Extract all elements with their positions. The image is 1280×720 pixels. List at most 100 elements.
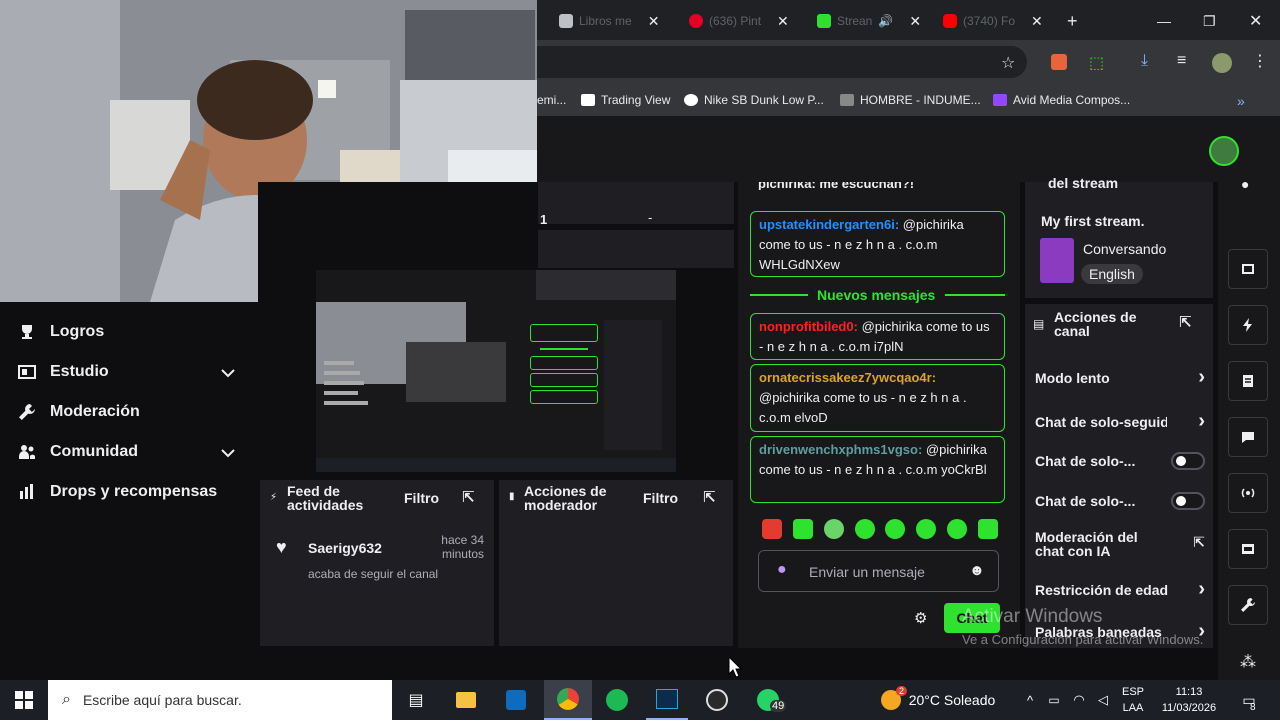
browser-tab[interactable]: Libros me ✕: [559, 8, 659, 34]
close-tab-icon[interactable]: ✕: [777, 13, 789, 30]
menu-kebab-icon[interactable]: ⋮: [1252, 51, 1268, 71]
feed-filter-button[interactable]: Filtro: [404, 490, 439, 506]
browser-tab-active[interactable]: Strean 🔊 ✕: [817, 8, 921, 34]
audio-playing-icon[interactable]: 🔊: [878, 14, 893, 28]
user-avatar[interactable]: [1209, 136, 1239, 166]
nav-item-moderacion[interactable]: Moderación: [18, 403, 140, 421]
task-view-icon[interactable]: ▤: [396, 680, 436, 720]
rail-broadcast-button[interactable]: [1228, 473, 1268, 513]
new-messages-divider[interactable]: Nuevos mensajes: [750, 287, 1005, 303]
browser-tab[interactable]: (636) Pint ✕: [689, 8, 789, 34]
nav-item-logros[interactable]: Logros: [18, 323, 104, 341]
stream-title[interactable]: My first stream.: [1041, 213, 1144, 229]
extensions-icon[interactable]: ⬚: [1089, 53, 1104, 73]
action-slow-mode[interactable]: Modo lento ›: [1035, 366, 1205, 389]
close-tab-icon[interactable]: ✕: [1031, 13, 1043, 30]
chat-message[interactable]: upstatekindergarten6i: @pichirika come t…: [750, 211, 1005, 277]
media-control-icon[interactable]: ≡: [1177, 52, 1186, 70]
toggle-switch[interactable]: [1171, 492, 1205, 510]
mod-filter-button[interactable]: Filtro: [643, 490, 678, 506]
bookmark-item[interactable]: HOMBRE - INDUME...: [840, 93, 981, 107]
rail-chat-button[interactable]: [1228, 417, 1268, 457]
emote-icon[interactable]: [947, 519, 968, 539]
nav-item-drops[interactable]: Drops y recompensas: [18, 483, 217, 501]
emote-icon[interactable]: [762, 519, 782, 539]
notifications-icon[interactable]: ▭: [1236, 680, 1262, 720]
chat-settings-gear-icon[interactable]: ⚙: [914, 609, 927, 627]
nav-item-estudio[interactable]: Estudio: [18, 363, 109, 381]
chat-username[interactable]: upstatekindergarten6i: [759, 217, 895, 232]
more-options-icon[interactable]: ⁂: [1240, 652, 1256, 672]
bookmark-item[interactable]: Nike SB Dunk Low P...: [684, 93, 824, 107]
popout-icon[interactable]: ⇱: [462, 488, 475, 506]
action-age-restriction[interactable]: Restricción de edad ›: [1035, 578, 1205, 601]
outlook-icon[interactable]: [496, 680, 536, 720]
feed-event-user[interactable]: Saerigy632: [308, 540, 382, 556]
close-tab-icon[interactable]: ✕: [648, 13, 660, 30]
close-window-button[interactable]: ✕: [1249, 8, 1262, 34]
toggle-switch[interactable]: [1171, 452, 1205, 470]
action-emote-only[interactable]: Chat de solo-...: [1035, 492, 1205, 510]
browser-tab[interactable]: (3740) Fo ✕: [943, 8, 1043, 34]
emote-icon[interactable]: [792, 519, 813, 539]
emote-icon[interactable]: [854, 519, 875, 539]
chat-message[interactable]: drivenwenchxphms1vgso: @pichirika come t…: [750, 436, 1005, 503]
bookmark-item[interactable]: Trading View: [581, 93, 670, 107]
volume-icon[interactable]: ◁: [1092, 680, 1114, 720]
rail-quick-actions-button[interactable]: [1228, 305, 1268, 345]
powershell-icon[interactable]: [646, 680, 688, 720]
emote-icon[interactable]: [885, 519, 906, 539]
emoji-icon[interactable]: ☻: [969, 562, 985, 579]
minimize-button[interactable]: —: [1157, 8, 1171, 34]
file-explorer-icon[interactable]: [446, 680, 486, 720]
stream-tag[interactable]: English: [1081, 264, 1143, 284]
chat-message[interactable]: ornatecrissakeez7ywcqao4r: @pichirika co…: [750, 364, 1005, 432]
url-field[interactable]: [537, 46, 1027, 78]
start-button[interactable]: [0, 680, 48, 720]
spotify-icon[interactable]: [596, 680, 638, 720]
chevron-up-icon[interactable]: ^: [1020, 680, 1040, 720]
chat-message[interactable]: nonprofitbiled0: @pichirika come to us -…: [750, 313, 1005, 360]
rail-notes-button[interactable]: [1228, 361, 1268, 401]
whatsapp-icon[interactable]: 49: [746, 680, 790, 720]
popout-icon[interactable]: ⇱: [1179, 313, 1192, 331]
restore-button[interactable]: ❐: [1203, 8, 1216, 34]
chat-input[interactable]: ● Enviar un mensaje ☻: [758, 550, 999, 592]
popout-icon[interactable]: ⇱: [703, 488, 716, 506]
metamask-extension-icon[interactable]: [1051, 54, 1067, 70]
microphone-icon[interactable]: ●: [777, 561, 787, 579]
clock[interactable]: 11:13 11/03/2026: [1156, 684, 1222, 716]
rail-tools-button[interactable]: [1228, 585, 1268, 625]
action-subs-only[interactable]: Chat de solo-...: [1035, 452, 1205, 470]
chrome-taskbar-icon[interactable]: [544, 680, 592, 720]
action-ai-moderation[interactable]: Moderación del chat con IA ⇱: [1035, 530, 1205, 558]
profile-avatar[interactable]: [1212, 53, 1232, 73]
bookmark-item[interactable]: emi...: [537, 93, 566, 107]
obs-icon[interactable]: [696, 680, 738, 720]
rail-layout-button[interactable]: [1228, 529, 1268, 569]
more-bookmarks-icon[interactable]: »: [1237, 93, 1245, 109]
emote-icon[interactable]: [823, 519, 844, 539]
download-icon[interactable]: ⤓: [1141, 52, 1148, 70]
stream-video-preview[interactable]: [316, 270, 676, 472]
close-tab-icon[interactable]: ✕: [909, 13, 921, 30]
chevron-down-icon[interactable]: [218, 443, 238, 463]
chat-username[interactable]: ornatecrissakeez7ywcqao4r: [759, 370, 932, 385]
chevron-down-icon[interactable]: [218, 363, 238, 383]
taskbar-search-box[interactable]: ⌕ Escribe aquí para buscar.: [48, 680, 392, 720]
new-tab-button[interactable]: +: [1067, 8, 1078, 34]
chat-username[interactable]: nonprofitbiled0: [759, 319, 854, 334]
language-indicator[interactable]: ESP LAA: [1116, 684, 1150, 716]
battery-icon[interactable]: ▭: [1044, 680, 1064, 720]
emote-icon[interactable]: [916, 519, 937, 539]
action-followers-only[interactable]: Chat de solo-seguido ›: [1035, 410, 1205, 433]
wifi-icon[interactable]: ◠: [1068, 680, 1090, 720]
bookmark-star-icon[interactable]: ☆: [1001, 53, 1015, 73]
bookmark-item[interactable]: Avid Media Compos...: [993, 93, 1130, 107]
info-icon[interactable]: ●: [1241, 176, 1249, 192]
rail-capture-button[interactable]: [1228, 249, 1268, 289]
chat-username[interactable]: drivenwenchxphms1vgso: [759, 442, 918, 457]
category-box-art[interactable]: [1040, 238, 1074, 283]
nav-item-comunidad[interactable]: Comunidad: [18, 443, 138, 461]
stream-category[interactable]: Conversando: [1083, 241, 1166, 257]
